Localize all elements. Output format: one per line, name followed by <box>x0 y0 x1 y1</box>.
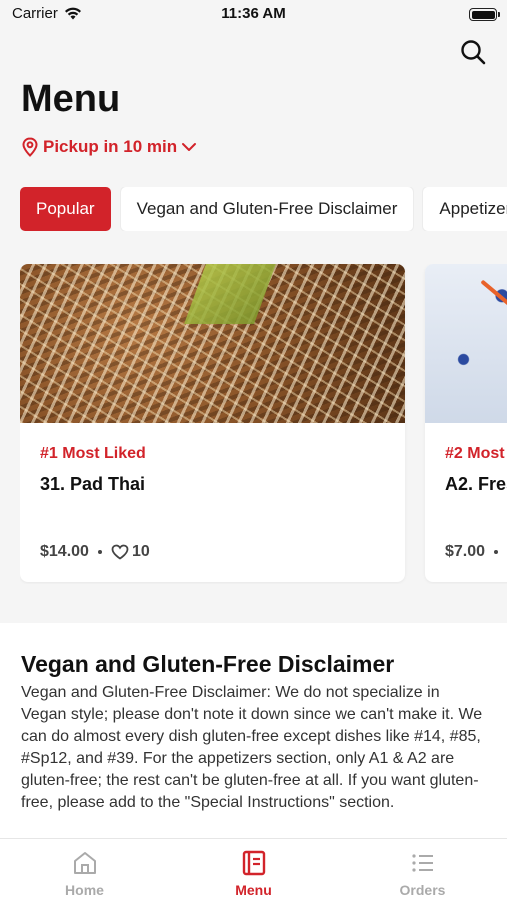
home-icon <box>73 852 96 874</box>
item-rank-badge: #1 Most Liked <box>40 445 146 462</box>
disclaimer-section: Vegan and Gluten-Free Disclaimer Vegan a… <box>0 623 507 838</box>
separator-dot <box>494 550 499 554</box>
category-tabs: Popular Vegan and Gluten-Free Disclaimer… <box>20 187 507 231</box>
tab-home[interactable]: Home <box>0 839 169 900</box>
item-meta: $14.00 10 <box>40 543 150 561</box>
menu-icon <box>242 850 265 876</box>
like-count: 10 <box>131 543 150 560</box>
item-rank-badge: #2 Most Liked <box>445 445 507 462</box>
category-chip-popular[interactable]: Popular <box>20 187 111 231</box>
tab-menu[interactable]: Menu <box>169 839 338 900</box>
item-likes: 10 <box>111 543 150 561</box>
status-bar: Carrier 11:36 AM <box>0 0 507 30</box>
status-time: 11:36 AM <box>221 5 286 22</box>
menu-item-card[interactable]: #1 Most Liked 31. Pad Thai $14.00 10 <box>20 264 405 582</box>
location-pin-icon <box>22 137 38 157</box>
chevron-down-icon <box>182 143 197 151</box>
battery-icon <box>469 8 500 21</box>
popular-carousel: #1 Most Liked 31. Pad Thai $14.00 10 #2 … <box>20 264 507 584</box>
item-meta: $7.00 <box>445 543 499 561</box>
item-price: $14.00 <box>40 543 89 560</box>
item-name: 31. Pad Thai <box>40 474 146 494</box>
category-chip-disclaimer[interactable]: Vegan and Gluten-Free Disclaimer <box>120 187 414 231</box>
pickup-label: Pickup in 10 min <box>43 137 178 156</box>
pickup-selector[interactable]: Pickup in 10 min <box>21 137 197 157</box>
search-icon <box>461 40 486 65</box>
section-description: Vegan and Gluten-Free Disclaimer: We do … <box>21 684 483 811</box>
tab-label: Orders <box>399 882 446 898</box>
category-chip-appetizers[interactable]: Appetizers <box>423 187 507 231</box>
bottom-tab-bar: Home Menu Orders <box>0 838 507 900</box>
orders-icon <box>411 854 433 872</box>
page-title: Menu <box>21 78 121 120</box>
item-photo <box>425 264 507 423</box>
search-button[interactable] <box>459 38 487 66</box>
section-title: Vegan and Gluten-Free Disclaimer <box>21 651 395 677</box>
tab-orders[interactable]: Orders <box>338 839 507 900</box>
item-price: $7.00 <box>445 543 486 560</box>
tab-label: Home <box>65 882 104 898</box>
separator-dot <box>97 550 102 554</box>
item-name: A2. Fresh Rolls <box>445 474 507 494</box>
heart-icon <box>111 544 129 560</box>
tab-label: Menu <box>235 882 272 898</box>
item-photo <box>20 264 405 423</box>
menu-item-card[interactable]: #2 Most Liked A2. Fresh Rolls $7.00 <box>425 264 507 582</box>
